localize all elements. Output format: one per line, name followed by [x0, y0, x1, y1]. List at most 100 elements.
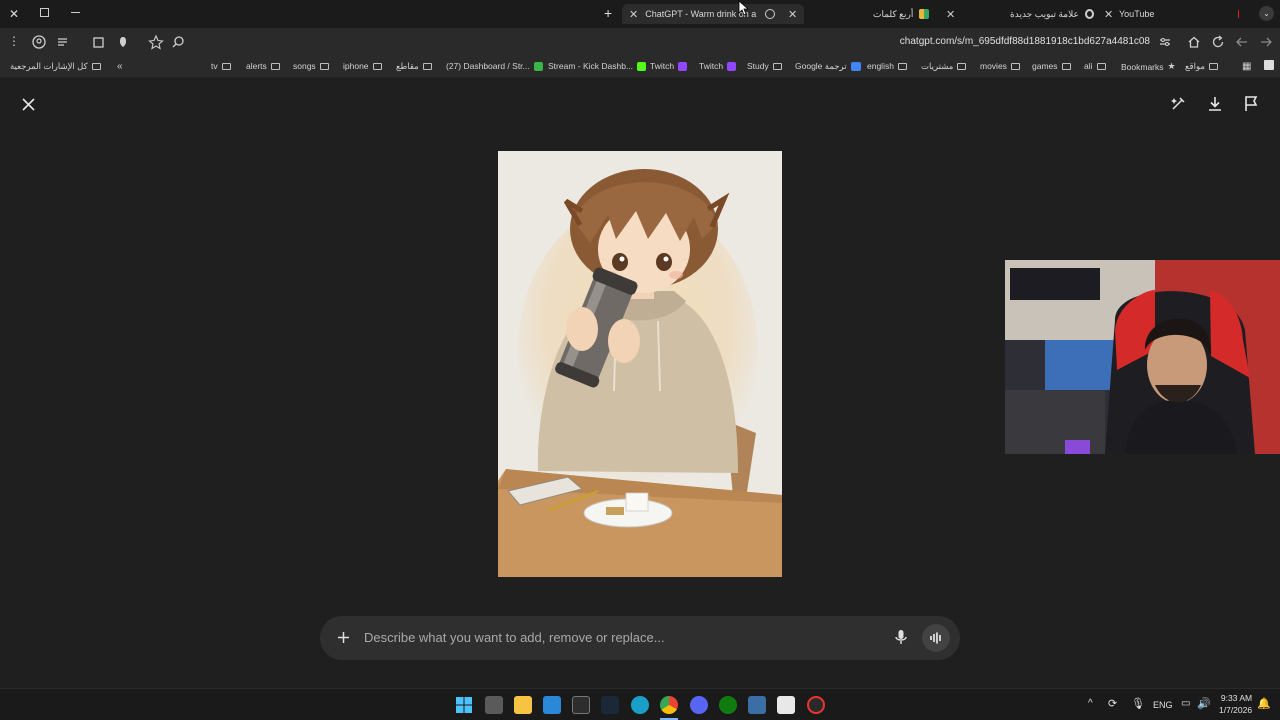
- bookmark-label: iphone: [343, 61, 369, 71]
- bookmark-star-icon[interactable]: [148, 34, 164, 50]
- sync-icon[interactable]: ⟳: [1108, 697, 1117, 710]
- edge-icon[interactable]: [631, 696, 649, 714]
- clock[interactable]: 9:33 AM 1/7/2026: [1219, 693, 1252, 715]
- site-settings-icon[interactable]: [1157, 34, 1173, 50]
- window-close-icon[interactable]: ✕: [9, 7, 19, 21]
- bookmark-iphone[interactable]: iphone: [343, 61, 382, 71]
- voice-mode-button[interactable]: [922, 624, 950, 652]
- discord-icon[interactable]: [690, 696, 708, 714]
- flag-icon[interactable]: [1244, 95, 1259, 112]
- extensions-icon[interactable]: [91, 34, 107, 50]
- folder-icon: [270, 62, 280, 70]
- menu-kebab-icon[interactable]: ⋮: [8, 34, 24, 50]
- bookmark-label: مواقع: [1185, 61, 1205, 71]
- bookmark-label: Twitch: [699, 61, 724, 71]
- media-queue-icon[interactable]: [55, 34, 71, 50]
- obs-icon[interactable]: [807, 696, 825, 714]
- bookmark-google-translate[interactable]: Google ترجمة: [795, 61, 861, 72]
- bookmark-songs[interactable]: songs: [293, 61, 329, 71]
- microphone-icon[interactable]: [894, 629, 908, 646]
- address-bar: ⋮ chatgpt.com/s/m_695dfdf88d1881918c1bd6…: [0, 28, 1280, 55]
- store-icon[interactable]: [543, 696, 561, 714]
- bookmark-bookmarks[interactable]: Bookmarks ★: [1121, 61, 1176, 72]
- webcam-overlay: [1005, 260, 1280, 454]
- url-field[interactable]: chatgpt.com/s/m_695dfdf88d1881918c1bd627…: [900, 36, 1150, 47]
- tab-close-icon[interactable]: ✕: [946, 8, 955, 21]
- shield-extension-icon[interactable]: [115, 34, 131, 50]
- bookmark-alerts[interactable]: alerts: [246, 61, 280, 71]
- bookmark-sites[interactable]: مواقع: [1185, 61, 1218, 72]
- notifications-icon[interactable]: 🔔: [1257, 697, 1271, 710]
- edit-brush-icon[interactable]: [1170, 95, 1187, 112]
- bookmark-twitch-1[interactable]: Twitch: [650, 61, 688, 71]
- bookmarks-overflow-icon[interactable]: «: [117, 61, 123, 72]
- voice-waveform-icon: [930, 632, 941, 644]
- bookmark-ali[interactable]: ali: [1084, 61, 1106, 71]
- folder-icon: [1096, 62, 1106, 70]
- bookmark-tv[interactable]: tv: [211, 61, 231, 71]
- youtube-icon: [1238, 10, 1239, 18]
- tab-close-icon[interactable]: ✕: [629, 8, 638, 21]
- bookmark-games[interactable]: games: [1032, 61, 1071, 71]
- reload-icon[interactable]: [1210, 34, 1226, 50]
- bookmark-label: Twitch: [650, 61, 675, 71]
- bookmark-all-bookmarks[interactable]: كل الإشارات المرجعية: [10, 61, 101, 72]
- bookmark-english[interactable]: english: [867, 61, 907, 71]
- bookmark-movies[interactable]: movies: [980, 61, 1020, 71]
- bookmark-dashboard[interactable]: (27) Dashboard / Str...: [446, 61, 543, 71]
- bookmark-label: games: [1032, 61, 1058, 71]
- zoom-icon[interactable]: [170, 34, 186, 50]
- xbox-icon[interactable]: [719, 696, 737, 714]
- bookmark-clips[interactable]: مقاطع: [396, 61, 432, 72]
- volume-icon[interactable]: 🔊: [1197, 697, 1211, 710]
- microphone-tray-icon[interactable]: 🎙: [1131, 697, 1145, 710]
- app-icon[interactable]: [748, 696, 766, 714]
- home-icon[interactable]: [1186, 34, 1202, 50]
- network-icon[interactable]: ▭: [1181, 698, 1190, 709]
- bookmarks-bar: كل الإشارات المرجعية « tv alerts songs i…: [0, 55, 1280, 78]
- edit-prompt-bar: Describe what you want to add, remove or…: [320, 616, 960, 660]
- clock-date: 1/7/2026: [1219, 705, 1253, 715]
- tab-close-icon[interactable]: ✕: [1104, 8, 1113, 21]
- bookmark-label: (27) Dashboard / Str...: [446, 61, 530, 71]
- bookmark-label: english: [867, 61, 894, 71]
- profile-icon[interactable]: [31, 34, 47, 50]
- google-translate-icon: [850, 62, 861, 71]
- tab-title: علامة تبويب جديدة: [1010, 8, 1079, 19]
- bookmark-study[interactable]: Study: [747, 61, 782, 71]
- openai-icon: [765, 9, 776, 19]
- folder-icon: [1061, 62, 1071, 70]
- steam-icon[interactable]: [601, 696, 619, 714]
- side-panel-icon[interactable]: [1264, 60, 1274, 70]
- bookmark-purchases[interactable]: مشتريات: [921, 61, 967, 72]
- capture-app-icon[interactable]: [777, 696, 795, 714]
- back-arrow-icon[interactable]: [1234, 34, 1250, 50]
- chrome-icon[interactable]: [660, 696, 678, 714]
- tab-chatgpt[interactable]: ✕ ChatGPT - Warm drink on a co: [622, 4, 804, 24]
- tab-youtube[interactable]: YouTube: [1119, 4, 1239, 24]
- close-icon[interactable]: [22, 98, 35, 111]
- window-minimize-icon[interactable]: [71, 12, 80, 13]
- language-indicator[interactable]: ENG: [1153, 700, 1173, 710]
- prompt-input[interactable]: Describe what you want to add, remove or…: [364, 630, 665, 645]
- tab-new-tab[interactable]: علامة تبويب جديدة: [1010, 4, 1094, 24]
- task-view-icon[interactable]: [485, 696, 503, 714]
- webcam-feed: [1005, 260, 1280, 454]
- new-tab-button[interactable]: +: [604, 5, 612, 21]
- forward-arrow-icon[interactable]: [1258, 34, 1274, 50]
- window-restore-icon[interactable]: [40, 8, 49, 17]
- tab-close-icon[interactable]: ✕: [788, 8, 797, 21]
- plus-icon[interactable]: [337, 631, 350, 644]
- bookmark-twitch-2[interactable]: Twitch: [699, 61, 737, 71]
- tray-overflow-icon[interactable]: ^: [1088, 698, 1093, 709]
- bookmark-kick-dashboard[interactable]: Stream - Kick Dashb...: [548, 61, 647, 71]
- twitch-icon: [678, 61, 688, 71]
- folder-icon: [957, 63, 967, 70]
- file-explorer-icon[interactable]: [514, 696, 532, 714]
- windows-start-icon[interactable]: [455, 696, 473, 714]
- apps-grid-icon[interactable]: ▦: [1242, 61, 1251, 72]
- terminal-icon[interactable]: [572, 696, 590, 714]
- generated-image[interactable]: [498, 151, 782, 577]
- download-icon[interactable]: [1207, 95, 1223, 112]
- tab-search-chevron-icon[interactable]: ⌄: [1259, 6, 1274, 21]
